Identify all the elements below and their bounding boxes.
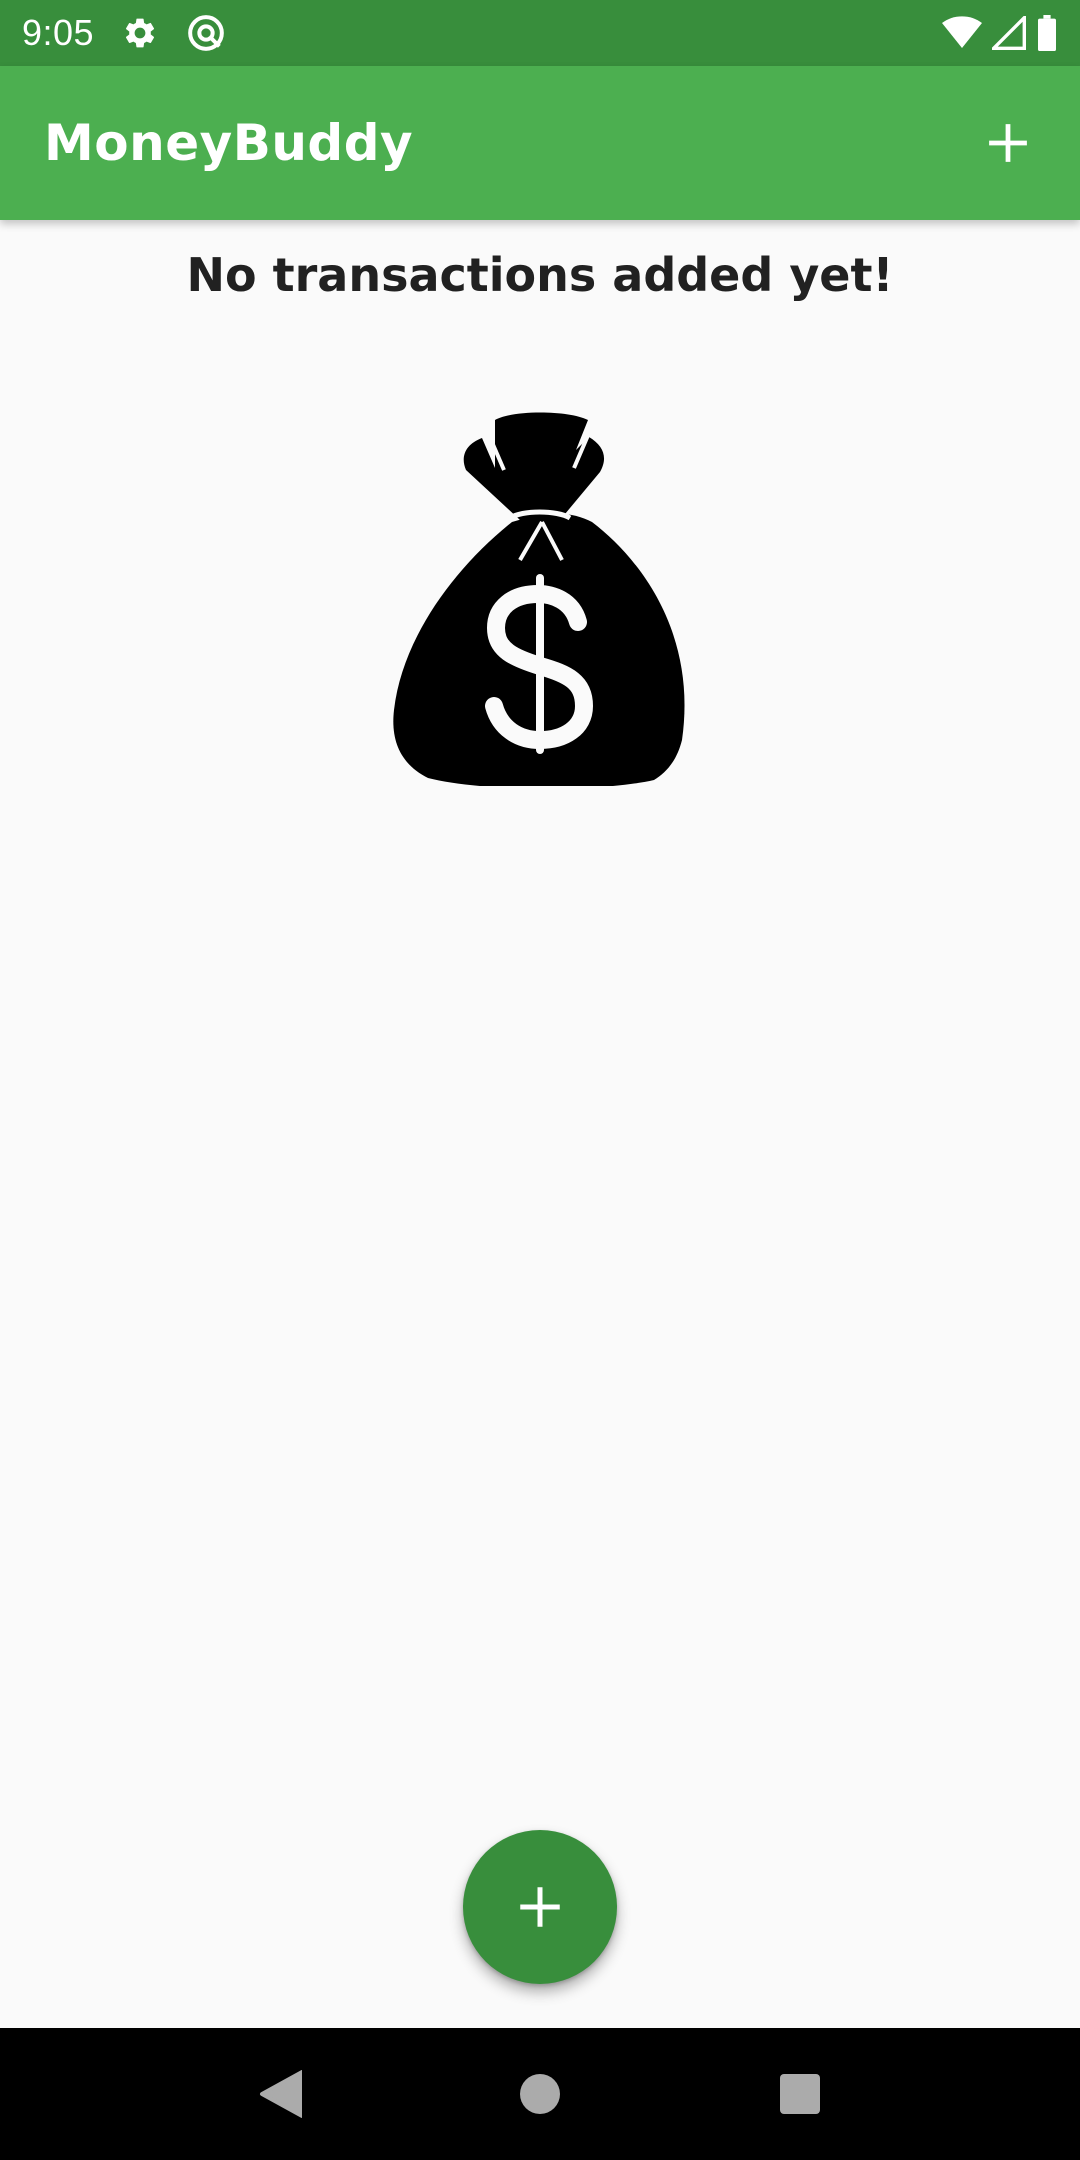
screen: 9:05 MoneyBuddy No transactions added ye… [0, 0, 1080, 2160]
add-icon [989, 124, 1027, 162]
empty-state-message: No transactions added yet! [186, 248, 894, 302]
money-bag-icon [392, 410, 688, 789]
status-time: 9:05 [22, 12, 95, 53]
app-bar: MoneyBuddy [0, 66, 1080, 220]
status-bar: 9:05 [0, 0, 1080, 66]
app-title: MoneyBuddy [44, 114, 414, 172]
home-icon [520, 2074, 560, 2114]
navigation-bar [0, 2028, 1080, 2160]
add-icon [520, 1887, 560, 1927]
recents-button[interactable] [760, 2054, 840, 2134]
status-right [942, 15, 1058, 51]
home-button[interactable] [500, 2054, 580, 2134]
wifi-icon [942, 16, 982, 50]
add-transaction-button[interactable] [980, 115, 1036, 171]
battery-icon [1036, 15, 1058, 51]
settings-icon [122, 15, 158, 51]
recents-icon [780, 2074, 820, 2114]
cellular-signal-icon [992, 16, 1026, 50]
status-left: 9:05 [22, 12, 226, 54]
back-icon [260, 2070, 302, 2118]
at-sign-icon [186, 13, 226, 53]
back-button[interactable] [240, 2054, 320, 2134]
add-transaction-fab[interactable] [463, 1830, 617, 1984]
